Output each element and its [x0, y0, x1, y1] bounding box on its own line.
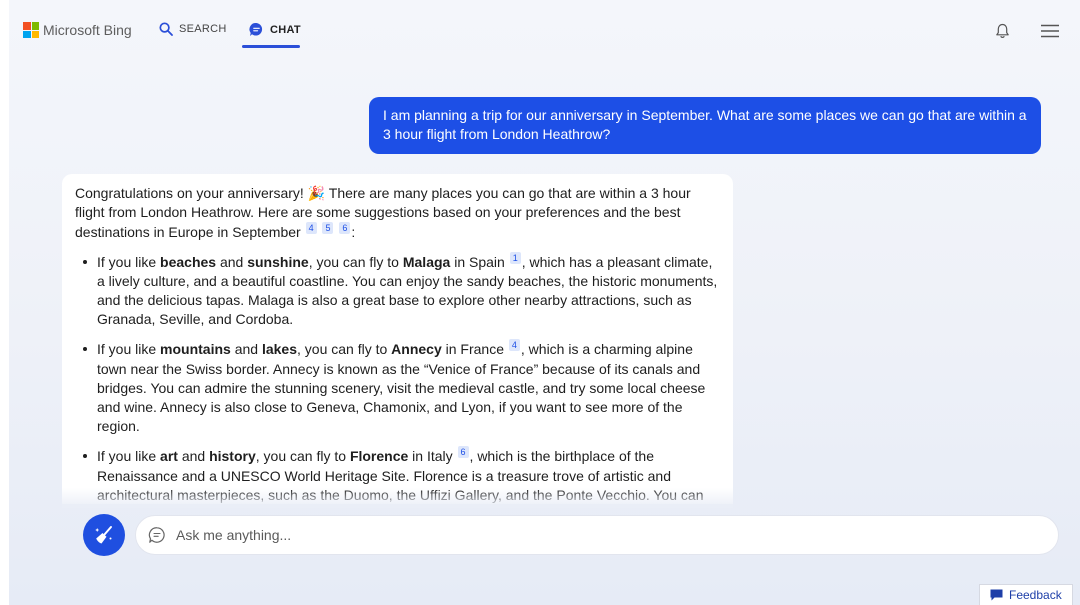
item-text: in Italy [408, 448, 453, 465]
chat-input[interactable] [176, 527, 1036, 543]
bing-chat-window: Microsoft Bing SEARCH CHAT I am planning… [9, 0, 1080, 605]
item-bold: history [209, 448, 256, 465]
top-header: Microsoft Bing SEARCH CHAT [9, 0, 1080, 52]
item-text: If you like [97, 448, 161, 465]
item-text: , you can fly to [308, 253, 403, 270]
microsoft-logo-icon [23, 22, 39, 38]
citation-link[interactable]: 5 [322, 222, 334, 235]
search-icon [159, 22, 173, 36]
citation-link[interactable]: 1 [509, 251, 521, 264]
item-text: , you can fly to [255, 448, 350, 465]
item-destination: Annecy [391, 341, 442, 358]
chat-icon [249, 22, 263, 36]
menu-button[interactable] [1041, 24, 1059, 43]
citation-link[interactable]: 4 [305, 222, 317, 235]
feedback-label: Feedback [1009, 588, 1062, 602]
new-topic-button[interactable] [83, 514, 125, 556]
tab-search[interactable]: SEARCH [159, 22, 227, 36]
list-item: If you like beaches and sunshine, you ca… [75, 251, 720, 330]
active-tab-indicator [242, 45, 300, 48]
item-text: in Spain [450, 253, 505, 270]
bot-intro: Congratulations on your anniversary! 🎉 T… [75, 184, 720, 243]
feedback-button[interactable]: Feedback [979, 584, 1073, 605]
tab-chat[interactable]: CHAT [249, 22, 301, 37]
item-text: If you like [97, 341, 161, 358]
item-bold: lakes [261, 341, 297, 358]
item-destination: Florence [349, 448, 409, 465]
notifications-button[interactable] [995, 23, 1010, 44]
user-message-text: I am planning a trip for our anniversary… [383, 107, 1027, 142]
item-text: and [177, 448, 210, 465]
chat-bubble-icon [148, 527, 165, 543]
scroll-fade [62, 488, 733, 508]
broom-icon [95, 526, 112, 544]
bot-intro-colon: : [351, 224, 356, 241]
tab-chat-label: CHAT [270, 23, 301, 36]
bing-logo[interactable]: Microsoft Bing [23, 22, 132, 38]
item-destination: Malaga [402, 253, 451, 270]
item-text: in France [441, 341, 504, 358]
hamburger-menu-icon [1041, 24, 1059, 38]
feedback-icon [990, 589, 1003, 601]
item-text: and [230, 341, 262, 358]
user-message-bubble: I am planning a trip for our anniversary… [369, 97, 1041, 154]
item-text: If you like [97, 253, 161, 270]
chat-input-box[interactable] [135, 515, 1059, 555]
citation-link[interactable]: 6 [457, 446, 469, 459]
item-bold: mountains [160, 341, 231, 358]
suggestion-list: If you like beaches and sunshine, you ca… [75, 251, 720, 504]
item-text: and [216, 253, 248, 270]
citation-link[interactable]: 6 [339, 222, 351, 235]
item-bold: beaches [160, 253, 217, 270]
bot-intro-text: Congratulations on your anniversary! [75, 185, 308, 201]
list-item: If you like mountains and lakes, you can… [75, 339, 720, 436]
party-popper-emoji: 🎉 [307, 185, 326, 201]
brand-name: Microsoft Bing [43, 22, 132, 38]
item-bold: art [160, 448, 178, 465]
item-text: , you can fly to [297, 341, 392, 358]
citation-link[interactable]: 4 [508, 339, 520, 352]
item-bold: sunshine [247, 253, 309, 270]
bell-icon [996, 23, 1009, 38]
tab-search-label: SEARCH [179, 23, 227, 35]
bot-response-bubble: Congratulations on your anniversary! 🎉 T… [62, 174, 733, 504]
